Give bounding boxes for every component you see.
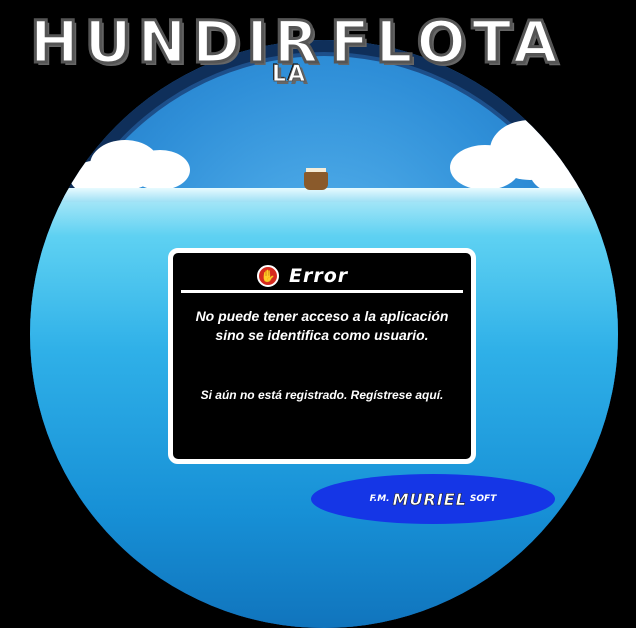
credit-prefix: F.M.: [369, 494, 390, 504]
stop-hand-icon: ✋: [257, 265, 279, 287]
dialog-divider: [181, 290, 463, 293]
ship-icon: [304, 172, 328, 190]
credit-name: MURIEL: [392, 489, 467, 509]
horizon: [30, 188, 618, 202]
error-message: No puede tener acceso a la aplicación si…: [177, 307, 467, 345]
credit-suffix: SOFT: [469, 494, 497, 504]
error-message-line2: sino se identifica como usuario.: [215, 327, 429, 343]
register-link[interactable]: Si aún no está registrado. Regístrese aq…: [177, 388, 467, 402]
error-dialog: ✋ Error No puede tener acceso a la aplic…: [168, 248, 476, 464]
cloud-left-2: [130, 150, 190, 190]
cloud-right-2: [450, 145, 520, 190]
error-message-line1: No puede tener acceso a la aplicación: [195, 308, 449, 324]
title-word-flota: FLOTA: [329, 7, 564, 78]
dialog-header: ✋ Error: [257, 263, 348, 289]
credit-badge: F.M. MURIEL SOFT: [311, 474, 555, 524]
game-title: HUNDIR LA FLOTA: [0, 0, 636, 110]
title-word-la: LA: [271, 62, 308, 88]
dialog-title: Error: [289, 265, 349, 287]
